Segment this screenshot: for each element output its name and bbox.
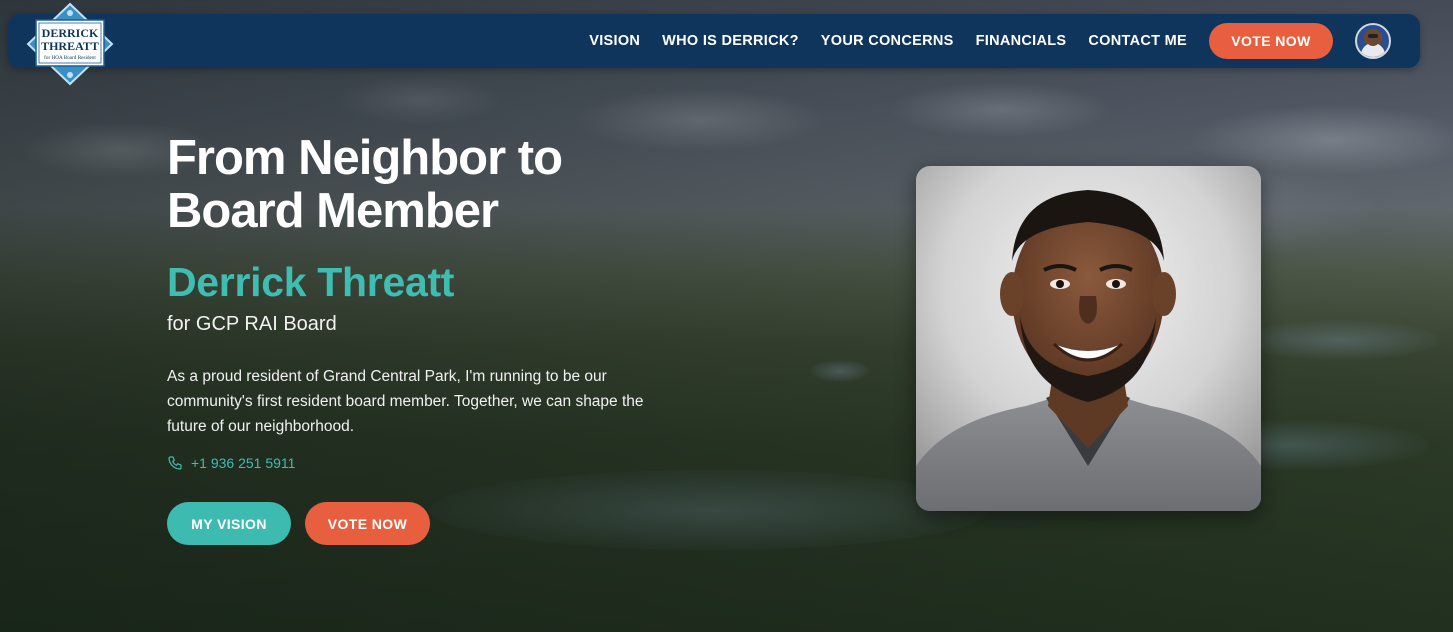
headline-line-2: Board Member [167,184,499,238]
nav-item-who-is-derrick[interactable]: WHO IS DERRICK? [662,33,799,49]
phone-number: +1 936 251 5911 [191,455,296,471]
candidate-name: Derrick Threatt [167,259,455,305]
nav-item-contact-me[interactable]: CONTACT ME [1088,33,1187,49]
vote-now-button[interactable]: VOTE NOW [305,502,430,545]
nav-item-vision[interactable]: VISION [589,33,640,49]
phone-link[interactable]: +1 936 251 5911 [167,452,295,474]
nav-item-financials[interactable]: FINANCIALS [976,33,1067,49]
candidate-subtitle: for GCP RAI Board [167,313,337,335]
site-logo[interactable]: DERRICK THREATT for HOA Board Resident [26,2,114,86]
user-avatar-icon[interactable] [1355,23,1391,59]
hero-description: As a proud resident of Grand Central Par… [167,368,644,435]
logo-line2: THREATT [41,39,99,53]
logo-badge-icon: DERRICK THREATT for HOA Board Resident [26,2,114,86]
phone-icon [168,456,182,470]
portrait-image [916,166,1261,511]
nav-vote-now-button[interactable]: VOTE NOW [1209,23,1333,59]
candidate-portrait [916,166,1261,511]
page-title: From Neighbor to Board Member [167,132,647,238]
navbar: DERRICK THREATT for HOA Board Resident V… [8,2,1420,86]
my-vision-button[interactable]: MY VISION [167,502,291,545]
logo-line1: DERRICK [42,26,99,40]
headline-line-1: From Neighbor to [167,131,563,185]
logo-tagline: for HOA Board Resident [44,54,96,61]
nav-links: VISION WHO IS DERRICK? YOUR CONCERNS FIN… [589,14,1187,68]
nav-item-your-concerns[interactable]: YOUR CONCERNS [821,33,954,49]
avatar-figure-icon [1361,32,1385,57]
